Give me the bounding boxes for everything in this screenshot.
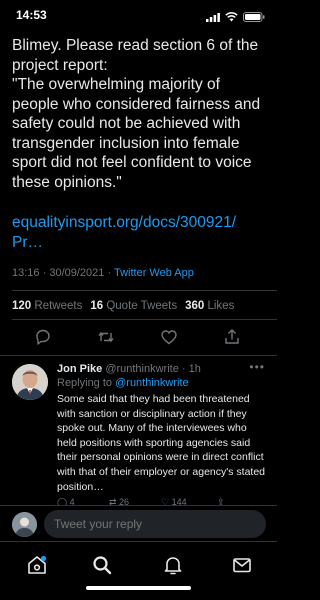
signal-icon bbox=[206, 9, 220, 27]
status-bar: 14:53 bbox=[0, 0, 277, 30]
home-icon[interactable] bbox=[25, 553, 49, 577]
reply-text: Some said that they had been threatened … bbox=[57, 393, 266, 493]
more-options-icon[interactable]: ••• bbox=[249, 360, 265, 374]
retweets-stat[interactable]: 120 Retweets bbox=[12, 300, 82, 312]
notifications-icon[interactable] bbox=[161, 553, 185, 577]
divider bbox=[0, 355, 277, 356]
quotes-label: Quote Tweets bbox=[106, 300, 178, 312]
tweet-time: 13:16 bbox=[12, 267, 40, 279]
status-time: 14:53 bbox=[16, 8, 47, 22]
tweet-text: Blimey. Please read section 6 of the pro… bbox=[12, 37, 261, 191]
user-avatar[interactable] bbox=[12, 512, 37, 537]
wifi-icon bbox=[225, 9, 238, 27]
reply-composer bbox=[0, 505, 277, 541]
reply-header: Jon Pike @runthinkwrite · 1h bbox=[57, 363, 201, 375]
reply-icon[interactable] bbox=[33, 327, 53, 347]
search-icon[interactable] bbox=[90, 553, 114, 577]
replying-to-mention[interactable]: @runthinkwrite bbox=[115, 377, 189, 389]
replying-to-line: Replying to @runthinkwrite bbox=[57, 377, 189, 389]
tweet-link[interactable]: equalityinsport.org/docs/300921/ Pr… bbox=[12, 213, 270, 252]
avatar[interactable] bbox=[12, 364, 48, 400]
replying-to-prefix: Replying to bbox=[57, 377, 113, 389]
retweets-count: 120 bbox=[12, 300, 32, 312]
share-icon[interactable] bbox=[222, 327, 242, 347]
reply-tweet[interactable]: Jon Pike @runthinkwrite · 1h ••• Replyin… bbox=[0, 360, 277, 507]
meta-separator: · bbox=[107, 267, 112, 279]
reply-author-name[interactable]: Jon Pike bbox=[57, 363, 102, 375]
retweets-label: Retweets bbox=[34, 300, 83, 312]
tweet-date: 30/09/2021 bbox=[49, 267, 105, 279]
tweet-stats: 120 Retweets 16 Quote Tweets 360 Likes bbox=[12, 300, 234, 312]
battery-icon bbox=[243, 9, 265, 27]
quote-tweets-stat[interactable]: 16 Quote Tweets bbox=[90, 300, 177, 312]
likes-label: Likes bbox=[207, 300, 235, 312]
home-indicator bbox=[86, 586, 191, 590]
status-icons bbox=[206, 9, 265, 27]
divider bbox=[12, 319, 277, 320]
retweet-icon[interactable] bbox=[96, 327, 116, 347]
quotes-count: 16 bbox=[90, 300, 104, 312]
divider bbox=[12, 290, 277, 291]
tweet-source-app[interactable]: Twitter Web App bbox=[114, 267, 194, 279]
reply-input[interactable] bbox=[44, 510, 266, 538]
like-icon[interactable] bbox=[159, 327, 179, 347]
likes-stat[interactable]: 360 Likes bbox=[185, 300, 234, 312]
messages-icon[interactable] bbox=[230, 553, 254, 577]
meta-separator: · bbox=[42, 267, 47, 279]
tweet-actions bbox=[0, 327, 277, 351]
bottom-tab-bar bbox=[0, 541, 277, 600]
tweet-timestamp: 13:16 · 30/09/2021 · Twitter Web App bbox=[12, 267, 194, 279]
reply-age: · 1h bbox=[181, 363, 201, 375]
reply-author-handle[interactable]: @runthinkwrite bbox=[105, 363, 179, 375]
likes-count: 360 bbox=[185, 300, 205, 312]
